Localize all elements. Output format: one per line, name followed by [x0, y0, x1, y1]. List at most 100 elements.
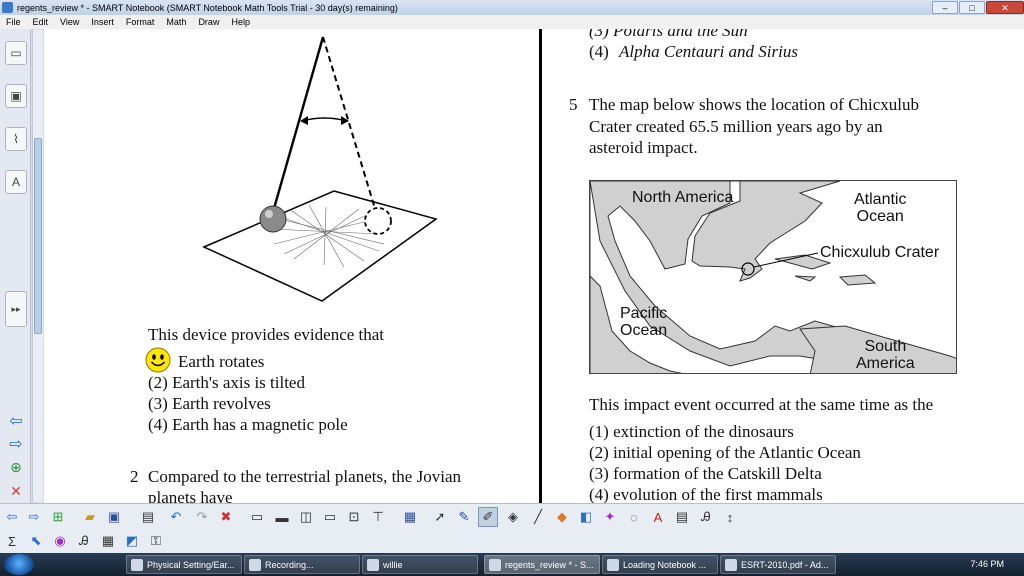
scrollbar-thumb[interactable]	[34, 138, 42, 334]
q5-option-1: (1) extinction of the dinosaurs	[589, 422, 794, 441]
line-icon[interactable]: ╱	[528, 507, 548, 527]
column-divider	[539, 29, 542, 503]
measure-icon[interactable]: ⚿	[146, 531, 166, 551]
map-label-north-america: North America	[632, 189, 734, 206]
full-screen-icon[interactable]: ▬	[272, 507, 292, 527]
q5-option-2: (2) initial opening of the Atlantic Ocea…	[589, 443, 861, 462]
task-regents-review[interactable]: regents_review * - S...	[484, 555, 600, 574]
window-title: regents_review * - SMART Notebook (SMART…	[17, 2, 398, 13]
menu-insert[interactable]: Insert	[85, 17, 120, 27]
shape-icon[interactable]: ◆	[552, 507, 572, 527]
menu-format[interactable]: Format	[120, 17, 161, 27]
notebook-page[interactable]: This device provides evidence that Earth…	[44, 29, 1024, 503]
smart-notebook-icon	[2, 2, 13, 13]
maximize-button[interactable]: □	[959, 1, 985, 14]
side-tab-bar: ▭ ▣ ⌇ A ▸▸ ⇦ ⇨ ⊕ ✕	[0, 29, 31, 503]
menu-bar: File Edit View Insert Format Math Draw H…	[0, 15, 1024, 29]
table-icon[interactable]: ▦	[400, 507, 420, 527]
smart-notebook-icon	[489, 559, 501, 571]
chrome-icon	[131, 559, 143, 571]
map-label-atlantic-ocean: Atlantic Ocean	[854, 191, 907, 225]
task-willie[interactable]: willie	[362, 555, 478, 574]
q5-prompt: This impact event occurred at the same t…	[589, 395, 934, 414]
q4-option-4-text: Alpha Centauri and Sirius	[619, 42, 798, 61]
eraser-tool-icon[interactable]: ◉	[50, 531, 70, 551]
display-icon[interactable]: ▭	[320, 507, 340, 527]
recorder-icon	[249, 559, 261, 571]
back-icon[interactable]: ⇦	[5, 409, 27, 433]
task-physical-setting[interactable]: Physical Setting/Ear...	[126, 555, 242, 574]
pen-icon[interactable]: ✎	[454, 507, 474, 527]
properties-icon[interactable]: ▤	[672, 507, 692, 527]
add-page-icon[interactable]: ⊕	[5, 455, 27, 479]
doc-camera-icon[interactable]: ⊤	[368, 507, 388, 527]
text-icon[interactable]: A	[648, 507, 668, 527]
menu-file[interactable]: File	[0, 17, 27, 27]
task-esrt-pdf[interactable]: ESRT-2010.pdf - Ad...	[720, 555, 836, 574]
task-recording[interactable]: Recording...	[244, 555, 360, 574]
move-toolbar-icon[interactable]: ↕	[720, 507, 740, 527]
fill-icon[interactable]: ◧	[576, 507, 596, 527]
magic-pen-icon[interactable]: ✦	[600, 507, 620, 527]
screen-shade-icon[interactable]: ▭	[247, 507, 267, 527]
q1-option-4: (4) Earth has a magnetic pole	[148, 415, 348, 434]
dual-page-icon[interactable]: ◫	[296, 507, 316, 527]
gallery-icon[interactable]: ▣	[5, 84, 27, 108]
menu-view[interactable]: View	[54, 17, 85, 27]
properties-icon[interactable]: A	[5, 170, 27, 194]
q5-option-3: (3) formation of the Catskill Delta	[589, 464, 822, 483]
q2-line-2: planets have	[148, 488, 233, 503]
expand-panel-button[interactable]: ▸▸	[5, 291, 27, 327]
menu-edit[interactable]: Edit	[27, 17, 55, 27]
q1-prompt: This device provides evidence that	[148, 325, 385, 344]
menu-math[interactable]: Math	[160, 17, 192, 27]
q2-line-1: Compared to the terrestrial planets, the…	[148, 467, 461, 486]
capture-icon[interactable]: ⊡	[344, 507, 364, 527]
chicxulub-map: North America Atlantic Ocean Chicxulub C…	[589, 180, 957, 374]
undo-icon[interactable]: ↶	[166, 507, 186, 527]
menu-help[interactable]: Help	[225, 17, 256, 27]
task-loading-notebook[interactable]: Loading Notebook ...	[602, 555, 718, 574]
main-toolbar: ⇦ ⇨ ⊞ ▰ ▣ ▤ ↶ ↷ ✖ ▭ ▬ ◫ ▭ ⊡ ⊤ ▦ ➚ ✎ ✐ ◈ …	[0, 503, 1024, 553]
font-icon[interactable]: Ꭿ	[696, 507, 716, 527]
table-tool-icon[interactable]: ▦	[98, 531, 118, 551]
redo-icon[interactable]: ↷	[192, 507, 212, 527]
shape-recognition-icon[interactable]: ◌	[624, 507, 644, 527]
minimize-button[interactable]: –	[932, 1, 958, 14]
start-button[interactable]	[4, 554, 34, 575]
forward-icon[interactable]: ⇨	[5, 432, 27, 456]
handwriting-icon[interactable]: Ꭿ	[74, 531, 94, 551]
delete-icon[interactable]: ✖	[216, 507, 236, 527]
q4-option-3-partial: (3) Polaris and the Sun	[589, 29, 748, 40]
select-icon[interactable]: ➚	[430, 507, 450, 527]
sigma-icon[interactable]: Σ	[2, 531, 22, 551]
vertical-scrollbar[interactable]	[32, 30, 43, 502]
menu-draw[interactable]: Draw	[192, 17, 225, 27]
q1-option-1: Earth rotates	[178, 352, 265, 371]
previous-page-icon[interactable]: ⇦	[2, 507, 22, 527]
open-file-icon[interactable]: ▰	[80, 507, 100, 527]
close-button[interactable]: ✕	[986, 1, 1024, 14]
title-bar: regents_review * - SMART Notebook (SMART…	[0, 0, 1024, 15]
graph-icon[interactable]: ◩	[122, 531, 142, 551]
creative-pen-icon[interactable]: ✐	[478, 507, 498, 527]
delete-page-icon[interactable]: ✕	[5, 479, 27, 503]
save-icon[interactable]: ▣	[104, 507, 124, 527]
folder-icon	[367, 559, 379, 571]
q5-number: 5	[569, 95, 578, 114]
add-page-icon[interactable]: ⊞	[48, 507, 68, 527]
paste-icon[interactable]: ▤	[138, 507, 158, 527]
clock[interactable]: 7:46 PM	[970, 559, 1004, 569]
q1-option-2: (2) Earth's axis is tilted	[148, 373, 305, 392]
q5-option-4: (4) evolution of the first mammals	[589, 485, 823, 503]
smiley-icon[interactable]	[145, 347, 171, 373]
map-label-pacific-ocean: Pacific Ocean	[620, 305, 668, 339]
math-icon[interactable]: ⬉	[26, 531, 46, 551]
attachments-icon[interactable]: ⌇	[5, 127, 27, 151]
taskbar: Physical Setting/Ear... Recording... wil…	[0, 553, 1024, 576]
page-sorter-icon[interactable]: ▭	[5, 41, 27, 65]
next-page-icon[interactable]: ⇨	[24, 507, 44, 527]
q5-line-1: The map below shows the location of Chic…	[589, 95, 920, 114]
eraser-icon[interactable]: ◈	[503, 507, 523, 527]
map-label-chicxulub-crater: Chicxulub Crater	[820, 244, 940, 261]
